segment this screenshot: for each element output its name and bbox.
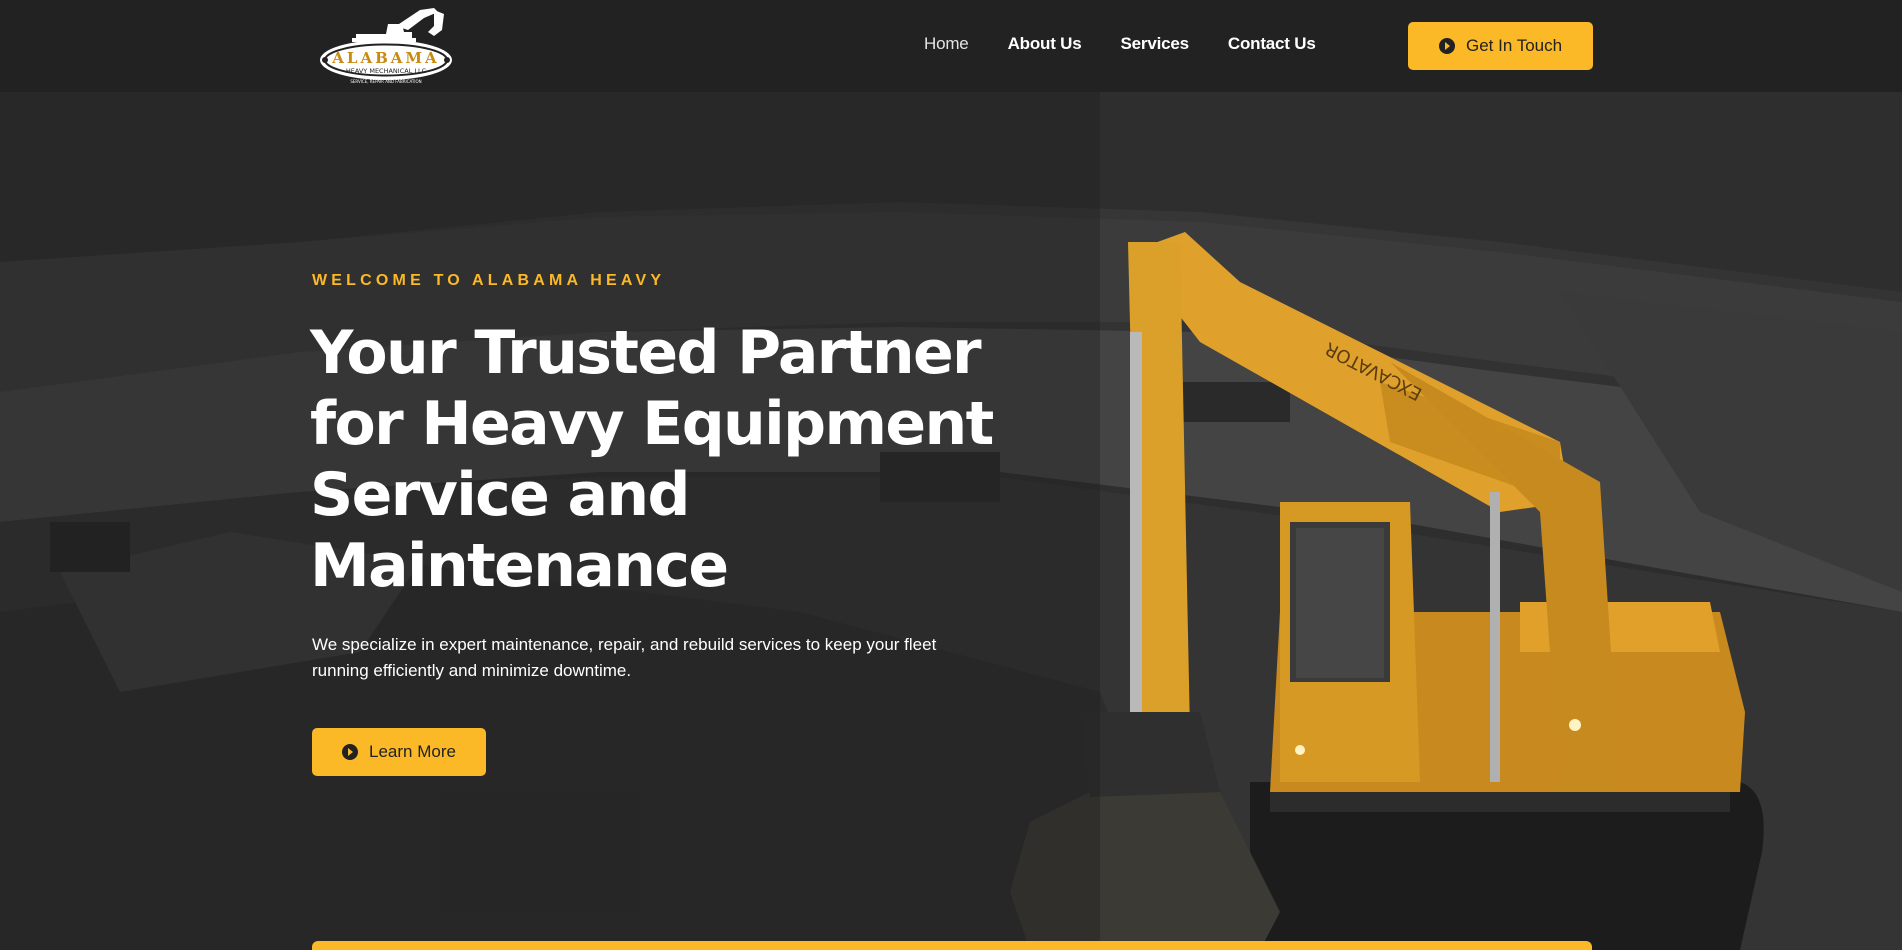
- get-in-touch-button[interactable]: Get In Touch: [1408, 22, 1594, 70]
- nav-contact-us[interactable]: Contact Us: [1228, 34, 1316, 54]
- hero-description: We specialize in expert maintenance, rep…: [312, 635, 937, 680]
- get-in-touch-label: Get In Touch: [1466, 36, 1563, 55]
- main-nav: Home About Us Services Contact Us: [924, 34, 1355, 54]
- section-bottom-bar: [312, 941, 1592, 950]
- site-header: ALABAMA HEAVY MECHANICAL LLC SERVICE, RE…: [0, 0, 1902, 92]
- learn-more-button[interactable]: Learn More: [312, 728, 486, 776]
- nav-services[interactable]: Services: [1121, 34, 1190, 54]
- svg-text:ALABAMA: ALABAMA: [331, 49, 439, 67]
- svg-text:HEAVY MECHANICAL LLC: HEAVY MECHANICAL LLC: [346, 67, 427, 75]
- nav-about-us[interactable]: About Us: [1008, 34, 1082, 54]
- learn-more-label: Learn More: [369, 742, 456, 761]
- hero-section: EXCAVATOR WELCOME TO ALABAMA HEAVY Your …: [0, 92, 1902, 950]
- company-logo[interactable]: ALABAMA HEAVY MECHANICAL LLC SERVICE, RE…: [316, 6, 456, 88]
- hero-kicker: WELCOME TO ALABAMA HEAVY: [312, 272, 666, 289]
- svg-text:SERVICE, REPAIR AND FABRICATIO: SERVICE, REPAIR AND FABRICATION: [350, 79, 421, 84]
- arrow-circle-right-icon: [342, 744, 358, 760]
- hero-headline: Your Trusted Partner for Heavy Equipment…: [310, 318, 994, 601]
- arrow-circle-right-icon: [1439, 38, 1455, 54]
- nav-home[interactable]: Home: [924, 34, 969, 54]
